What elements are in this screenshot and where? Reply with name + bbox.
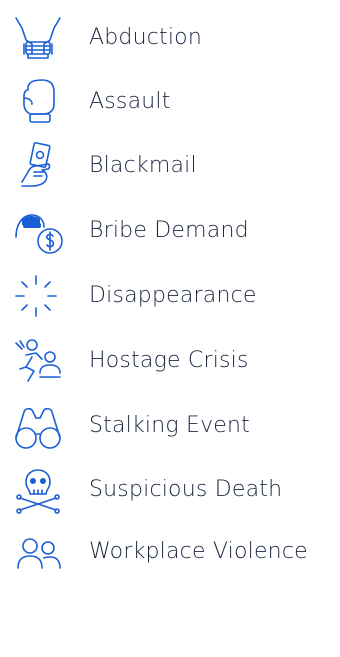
hands-icon: [12, 14, 64, 62]
item-label-workplace-violence: Workplace Violence: [89, 539, 308, 564]
item-label-suspicious-death: Suspicious Death: [89, 477, 283, 502]
item-label-disappearance: Disappearance: [89, 283, 257, 308]
list-item-blackmail[interactable]: Blackmail: [0, 136, 340, 196]
skull-crossbones-icon: [12, 466, 64, 514]
burst-icon: [12, 272, 64, 320]
list-item-stalking-event[interactable]: Stalking Event: [0, 396, 340, 456]
item-label-stalking-event: Stalking Event: [89, 413, 251, 438]
list-item-assault[interactable]: Assault: [0, 72, 340, 132]
list-item-abduction[interactable]: Abduction: [0, 8, 340, 68]
people-icon: [12, 528, 64, 576]
list-item-workplace-violence[interactable]: Workplace Violence: [0, 522, 340, 582]
list-item-disappearance[interactable]: Disappearance: [0, 266, 340, 326]
item-label-blackmail: Blackmail: [89, 153, 197, 178]
fist-icon: [12, 78, 64, 126]
list-item-suspicious-death[interactable]: Suspicious Death: [0, 460, 340, 520]
item-label-bribe-demand: Bribe Demand: [89, 218, 249, 243]
list-item-bribe-demand[interactable]: Bribe Demand: [0, 201, 340, 261]
item-label-abduction: Abduction: [89, 25, 202, 50]
masked-dollar-icon: [12, 207, 64, 255]
hand-money-icon: [12, 142, 64, 190]
item-label-hostage-crisis: Hostage Crisis: [89, 348, 249, 373]
hostage-icon: [12, 337, 64, 385]
binoculars-icon: [12, 402, 64, 450]
item-label-assault: Assault: [89, 89, 171, 114]
list-item-hostage-crisis[interactable]: Hostage Crisis: [0, 331, 340, 391]
